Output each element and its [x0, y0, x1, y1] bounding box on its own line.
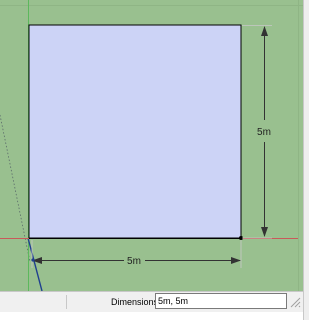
- status-divider: [66, 295, 67, 309]
- dimension-label-depth: 5m: [257, 127, 271, 138]
- status-bar: Dimensions: [0, 291, 303, 312]
- resize-grip-icon[interactable]: [289, 296, 301, 308]
- rectangle-face[interactable]: [28, 24, 242, 239]
- measurements-label: Dimensions: [111, 297, 159, 307]
- measurements-input[interactable]: [155, 293, 287, 309]
- origin-point: [31, 258, 35, 262]
- model-canvas[interactable]: 5m 5m: [0, 0, 303, 291]
- window-bottom-edge: [0, 312, 303, 320]
- dimension-label-width: 5m: [127, 256, 141, 267]
- drawing-viewport[interactable]: 5m 5m: [0, 0, 303, 291]
- window-right-edge: [303, 0, 309, 320]
